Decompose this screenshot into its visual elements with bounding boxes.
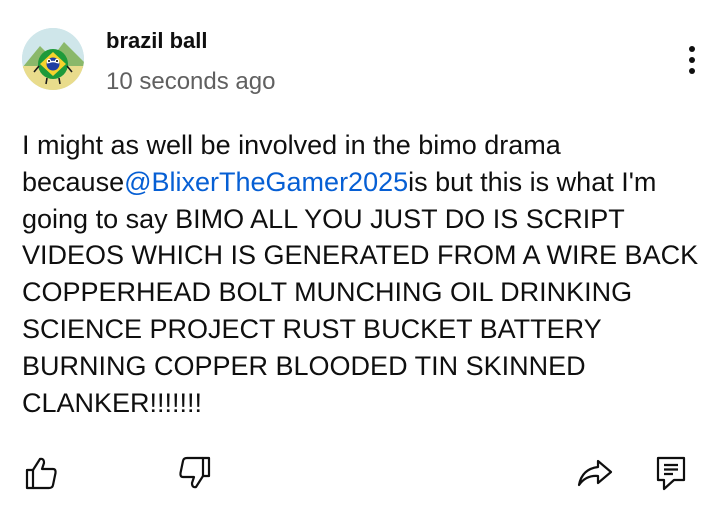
dislike-button[interactable]	[174, 452, 216, 494]
comment-text: I might as well be involved in the bimo …	[22, 127, 702, 421]
share-icon	[577, 459, 613, 487]
more-vertical-icon	[689, 46, 695, 74]
comment-text-rest: is but this is what I'm going to say BIM…	[22, 166, 699, 418]
more-options-button[interactable]	[672, 38, 712, 82]
thumbs-down-icon	[179, 456, 211, 489]
avatar[interactable]	[22, 28, 84, 90]
comment-timestamp: 10 seconds ago	[106, 68, 276, 95]
comment-author[interactable]: brazil ball	[106, 28, 207, 54]
thumbs-up-icon	[25, 457, 57, 490]
like-button[interactable]	[20, 452, 62, 494]
reply-comment-icon	[656, 456, 686, 491]
mention-link[interactable]: @BlixerTheGamer2025	[124, 167, 408, 197]
share-button[interactable]	[574, 452, 616, 494]
brazil-ball-avatar-image	[22, 28, 84, 90]
reply-button[interactable]	[650, 452, 692, 494]
